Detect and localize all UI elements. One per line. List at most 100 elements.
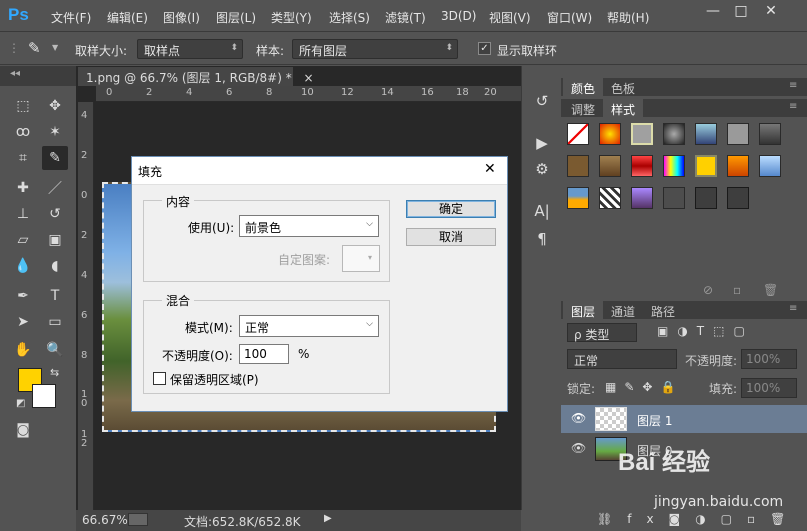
visibility-eye-icon[interactable]: 👁: [571, 411, 586, 425]
close-tab-icon[interactable]: ×: [304, 71, 314, 85]
show-ring-checkbox[interactable]: ✓: [478, 42, 491, 55]
menu-window[interactable]: 窗口(W): [547, 9, 592, 26]
eraser-tool-icon[interactable]: ▱: [10, 228, 36, 252]
menu-3d[interactable]: 3D(D): [441, 9, 476, 23]
blend-mode-select[interactable]: 正常: [567, 349, 677, 369]
default-colors-icon[interactable]: ◩: [16, 398, 25, 409]
style-swatch[interactable]: [695, 123, 717, 145]
cancel-button[interactable]: 取消: [406, 228, 496, 246]
tab-layers[interactable]: 图层: [563, 301, 604, 319]
path-selection-tool-icon[interactable]: ➤: [10, 310, 36, 334]
tab-channels[interactable]: 通道: [603, 301, 643, 319]
style-swatch[interactable]: [695, 187, 717, 209]
clone-stamp-tool-icon[interactable]: ⊥: [10, 202, 36, 226]
style-swatch[interactable]: [663, 187, 685, 209]
background-color-swatch[interactable]: [32, 384, 56, 408]
character-panel-icon[interactable]: A|: [530, 202, 554, 222]
style-swatch[interactable]: [759, 155, 781, 177]
history-panel-icon[interactable]: ↺: [530, 92, 554, 112]
menu-image[interactable]: 图像(I): [163, 9, 200, 26]
style-swatch[interactable]: [631, 187, 653, 209]
clear-style-icon[interactable]: ⊘: [703, 283, 713, 297]
tab-adjustments[interactable]: 调整: [563, 99, 603, 117]
tab-swatches[interactable]: 色板: [603, 78, 643, 96]
style-swatch[interactable]: [631, 155, 653, 177]
zoom-tool-icon[interactable]: 🔍: [42, 338, 68, 362]
menu-help[interactable]: 帮助(H): [607, 9, 649, 26]
move-tool-icon[interactable]: ✥: [42, 94, 68, 118]
ok-button[interactable]: 确定: [406, 200, 496, 218]
swap-colors-icon[interactable]: ⇆: [50, 366, 59, 379]
new-style-icon[interactable]: ▫: [733, 283, 741, 297]
preserve-transparency-label[interactable]: 保留透明区域(P): [170, 371, 259, 388]
panel-menu-icon[interactable]: ≡: [789, 101, 797, 112]
layer-fill-field[interactable]: 100%: [741, 378, 797, 398]
panel-menu-icon[interactable]: ≡: [789, 80, 797, 91]
style-swatch[interactable]: [599, 123, 621, 145]
menu-view[interactable]: 视图(V): [489, 9, 531, 26]
status-menu-arrow-icon[interactable]: ▶: [324, 513, 332, 524]
style-swatch[interactable]: [567, 155, 589, 177]
brush-tool-icon[interactable]: ／: [42, 176, 68, 200]
style-swatch[interactable]: [695, 155, 717, 177]
quick-mask-icon[interactable]: ◙: [10, 418, 36, 442]
layer-name[interactable]: 图层 1: [637, 412, 672, 429]
sample-size-select[interactable]: 取样点 ⬍: [137, 39, 243, 59]
style-swatch[interactable]: [567, 187, 589, 209]
gradient-tool-icon[interactable]: ▣: [42, 228, 68, 252]
style-swatch[interactable]: [727, 155, 749, 177]
layer-row-1[interactable]: 👁 图层 1: [561, 405, 807, 433]
eyedropper-tool-icon[interactable]: ✎: [28, 39, 41, 57]
preserve-transparency-checkbox[interactable]: [153, 372, 166, 385]
style-swatch[interactable]: [599, 155, 621, 177]
style-swatch[interactable]: [599, 187, 621, 209]
dodge-tool-icon[interactable]: ◖: [42, 254, 68, 278]
lock-icons[interactable]: ▦✎✥🔒: [605, 380, 683, 394]
menu-layer[interactable]: 图层(L): [216, 9, 256, 26]
maximize-button[interactable]: □: [728, 2, 754, 22]
eyedropper-tool-icon[interactable]: ✎: [42, 146, 68, 170]
tab-paths[interactable]: 路径: [643, 301, 683, 319]
actions-panel-icon[interactable]: ▶: [530, 134, 554, 154]
custom-pattern-picker[interactable]: ▾: [342, 245, 380, 272]
document-tab[interactable]: 1.png @ 66.7% (图层 1, RGB/8#) * ×: [78, 67, 314, 86]
visibility-eye-icon[interactable]: 👁: [571, 441, 586, 455]
style-swatch[interactable]: [631, 123, 653, 145]
sample-select[interactable]: 所有图层 ⬍: [292, 39, 458, 59]
layer-filter-icons[interactable]: ▣◑T⬚▢: [657, 324, 754, 338]
menu-edit[interactable]: 编辑(E): [107, 9, 148, 26]
menu-select[interactable]: 选择(S): [329, 9, 370, 26]
status-info-icon[interactable]: [128, 513, 148, 526]
pen-tool-icon[interactable]: ✒: [10, 284, 36, 308]
dialog-close-button[interactable]: ✕: [484, 161, 496, 177]
properties-panel-icon[interactable]: ⚙: [530, 160, 554, 180]
style-swatch[interactable]: [727, 187, 749, 209]
zoom-level[interactable]: 66.67%: [82, 513, 128, 527]
layers-panel-footer-icons[interactable]: ⛓fx◙◑▢▫🗑: [597, 512, 807, 530]
style-swatch[interactable]: [727, 123, 749, 145]
history-brush-tool-icon[interactable]: ↺: [42, 202, 68, 226]
blur-tool-icon[interactable]: 💧: [10, 254, 36, 278]
layer-filter-select[interactable]: ρ 类型: [567, 323, 637, 342]
rectangle-tool-icon[interactable]: ▭: [42, 310, 68, 334]
type-tool-icon[interactable]: T: [42, 284, 68, 308]
crop-tool-icon[interactable]: ⌗: [10, 146, 36, 170]
delete-style-icon[interactable]: 🗑: [763, 283, 778, 297]
tool-preset-dropdown-icon[interactable]: ▼: [52, 43, 58, 52]
tab-styles[interactable]: 样式: [603, 99, 644, 117]
style-swatch-none[interactable]: [567, 123, 589, 145]
opacity-input[interactable]: 100: [239, 344, 289, 364]
minimize-button[interactable]: —: [700, 2, 726, 22]
layer-opacity-field[interactable]: 100%: [741, 349, 797, 369]
close-window-button[interactable]: ✕: [758, 2, 784, 22]
menu-filter[interactable]: 滤镜(T): [385, 9, 426, 26]
style-swatch[interactable]: [663, 123, 685, 145]
hand-tool-icon[interactable]: ✋: [10, 338, 36, 362]
panel-menu-icon[interactable]: ≡: [789, 303, 797, 314]
style-swatch[interactable]: [759, 123, 781, 145]
marquee-tool-icon[interactable]: ⬚: [10, 94, 36, 118]
collapse-left-icon[interactable]: ◂◂: [10, 68, 20, 79]
paragraph-panel-icon[interactable]: ¶: [530, 230, 554, 250]
healing-brush-tool-icon[interactable]: ✚: [10, 176, 36, 200]
tab-color[interactable]: 颜色: [563, 78, 604, 96]
